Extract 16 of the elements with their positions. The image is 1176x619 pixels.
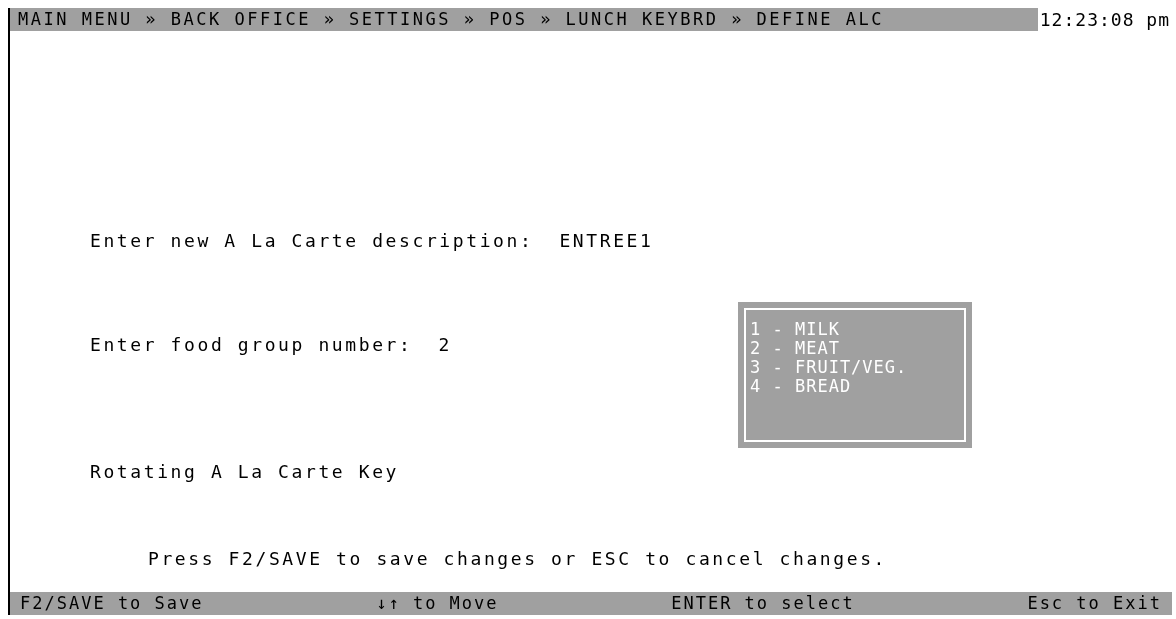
key-hint: F2/SAVE to Save: [20, 591, 204, 615]
breadcrumb-bar: MAIN MENU » BACK OFFICE » SETTINGS » POS » LUNCH KEYBRD » DEFINE ALC: [10, 8, 1038, 31]
field-label: Enter food group number:: [90, 333, 413, 357]
food-group-option[interactable]: 4 - BREAD: [750, 377, 964, 396]
food-group-option[interactable]: 1 - MILK: [750, 320, 964, 339]
field-value[interactable]: ENTREE1: [559, 227, 654, 254]
food-group-option[interactable]: 2 - MEAT: [750, 339, 964, 358]
clock-time: 12:23:08 pm: [1038, 8, 1171, 32]
food-group-option[interactable]: 3 - FRUIT/VEG.: [750, 358, 964, 377]
option-label: Rotating A La Carte Key: [90, 461, 400, 482]
key-hint: Esc to Exit: [1027, 591, 1162, 615]
key-hint: ↓↑ to Move: [376, 591, 499, 615]
field-value[interactable]: 2: [438, 331, 452, 358]
field-label: Enter new A La Carte description:: [90, 229, 534, 253]
prompt-text: Press F2/SAVE to save changes or ESC to cancel changes.: [148, 548, 888, 569]
key-hint: ENTER to select: [671, 591, 855, 615]
